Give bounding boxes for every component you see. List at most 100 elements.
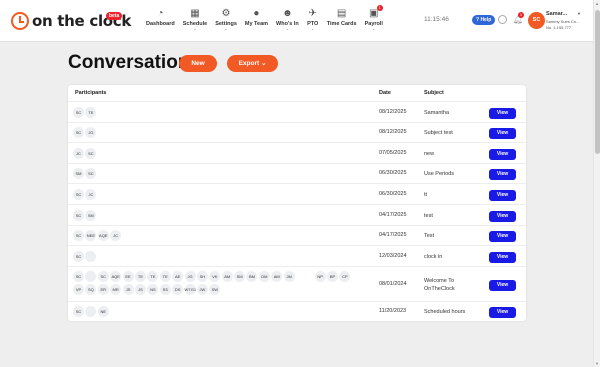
date-cell: 06/30/2025 <box>379 191 407 197</box>
date-cell: 08/12/2025 <box>379 129 407 135</box>
subject-header: Subject <box>424 90 444 96</box>
participant-chip: SM <box>234 271 246 282</box>
company-name: Sammy Sues Co... <box>546 19 580 24</box>
participant-chip: JS <box>134 284 146 295</box>
view-button[interactable]: View <box>489 211 516 222</box>
view-button[interactable]: View <box>489 231 516 242</box>
participant-chip: JG <box>85 127 97 138</box>
view-button[interactable]: View <box>489 149 516 160</box>
view-button[interactable]: View <box>489 307 516 318</box>
nav-item-dashboard[interactable]: ◔ Dashboard <box>146 8 175 36</box>
participant-chip: NP <box>314 271 326 282</box>
export-button[interactable]: Export ⌄ <box>227 55 278 72</box>
timecard-icon: ▤ <box>336 8 347 19</box>
notification-badge: 1 <box>518 12 524 18</box>
company-id: No. 1.155,777 <box>546 25 572 30</box>
participant-chip: JG <box>184 271 196 282</box>
nav-item-who-s-in[interactable]: ☻ Who's In ⌄ <box>276 8 299 36</box>
plane-icon: ✈ <box>308 8 317 19</box>
clock-logo-icon <box>11 12 29 30</box>
table-row: SC 12/03/2024 clock in View <box>68 245 526 266</box>
nav-item-payroll[interactable]: ▣ 1 Payroll ⌄ <box>365 5 383 36</box>
chat-icon[interactable] <box>498 15 507 24</box>
person-icon: ☻ <box>282 8 293 19</box>
participant-chip: SH <box>196 271 208 282</box>
new-conversation-button[interactable]: New <box>179 55 217 72</box>
view-button[interactable]: View <box>489 128 516 139</box>
user-name[interactable]: Samar... <box>546 11 567 17</box>
participant-chip: EE <box>122 271 134 282</box>
participant-chip: VP <box>73 284 84 295</box>
date-cell: 04/17/2025 <box>379 212 407 218</box>
table-row: SC TE 08/12/2025 Samantha View <box>68 101 526 122</box>
clock-time: 11:15:46 <box>424 16 449 23</box>
participant-list: SC JC <box>73 189 363 202</box>
date-cell: 06/30/2025 <box>379 170 407 176</box>
participant-chip: SS <box>159 284 171 295</box>
participant-chip: TE <box>134 271 146 282</box>
participant-chip <box>85 306 97 317</box>
chevron-down-icon: ⌄ <box>224 26 228 31</box>
participant-list: SC TE <box>73 107 363 120</box>
participant-chip: BP <box>327 271 339 282</box>
nav-label: Time Cards <box>326 21 357 27</box>
top-bar: on the clock beta ◔ Dashboard ▦ Schedule ⌄ ⚙ S… <box>0 0 593 42</box>
table-row: JC SC 07/05/2025 new View <box>68 142 526 163</box>
date-cell: 04/17/2025 <box>379 232 407 238</box>
nav-item-time-cards[interactable]: ▤ Time Cards <box>327 8 357 36</box>
subject-cell: clock in <box>424 254 443 260</box>
scroll-thumb[interactable] <box>595 10 600 154</box>
user-avatar[interactable]: SC <box>528 12 545 29</box>
participant-chip: SW <box>209 284 221 295</box>
table-row: SC SC AQE EE TE TE TE AE JG SH VK AM SM BM DM AM JM NP BP C… <box>68 266 526 301</box>
gear-icon: ⚙ <box>221 8 231 19</box>
chevron-down-icon: ⌄ <box>193 26 197 31</box>
view-button[interactable]: View <box>489 169 516 180</box>
participants-header: Participants <box>75 90 107 96</box>
team-icon: ● <box>253 8 260 19</box>
participant-chip: SC <box>73 189 84 200</box>
participant-list: SC SM <box>73 210 363 223</box>
participant-list: SC NE <box>73 306 363 319</box>
nav-item-my-team[interactable]: ● My Team <box>245 8 268 36</box>
view-button[interactable]: View <box>489 280 516 291</box>
participant-chip: SC <box>73 127 84 138</box>
participant-chip: JM <box>283 271 295 282</box>
participant-chip: JC <box>85 189 97 200</box>
subject-cell: test <box>424 213 433 219</box>
participant-chip: AE <box>172 271 184 282</box>
participant-chip: MR <box>110 284 122 295</box>
nav-item-pto[interactable]: ✈ PTO ⌄ <box>307 8 319 36</box>
subject-cell: Welcome To OnTheClock <box>424 278 455 292</box>
date-cell: 07/05/2025 <box>379 150 407 156</box>
date-header: Date <box>379 90 391 96</box>
nav-item-schedule[interactable]: ▦ Schedule ⌄ <box>183 8 207 36</box>
participant-list: SC NEE AQE JC <box>73 230 363 243</box>
participant-chip: SC <box>97 271 109 282</box>
help-button[interactable]: ? Help <box>472 15 496 25</box>
participant-chip <box>85 251 97 262</box>
nav-item-settings[interactable]: ⚙ Settings ⌄ <box>215 8 237 36</box>
participant-chip: SC <box>73 271 84 282</box>
participant-list: SC SC AQE EE TE TE TE AE JG SH VK AM SM BM DM AM JM NP BP C… <box>73 271 363 297</box>
view-button[interactable]: View <box>489 252 516 263</box>
chevron-down-icon[interactable]: ▼ <box>577 11 581 16</box>
participant-chip: AM <box>221 271 233 282</box>
scroll-up-icon[interactable]: ▲ <box>595 1 599 6</box>
page-scrollbar[interactable]: ▲ ▼ <box>593 0 600 367</box>
participant-chip: NE <box>97 306 109 317</box>
gauge-icon: ◔ <box>157 8 164 19</box>
beta-badge: beta <box>106 12 123 20</box>
date-cell: 08/01/2024 <box>379 281 407 287</box>
scroll-down-icon[interactable]: ▼ <box>595 361 599 366</box>
participant-chip: SM <box>85 210 97 221</box>
chevron-down-icon: ⌄ <box>311 26 315 31</box>
table-row: SM SC 06/30/2025 Use Periods View <box>68 163 526 183</box>
date-cell: 11/20/2023 <box>379 308 407 314</box>
participant-chip: SC <box>73 306 84 317</box>
participant-list: SC JG <box>73 127 363 140</box>
view-button[interactable]: View <box>489 108 516 119</box>
participant-chip: SQ <box>85 284 97 295</box>
participant-chip: BM <box>246 271 258 282</box>
view-button[interactable]: View <box>489 190 516 201</box>
